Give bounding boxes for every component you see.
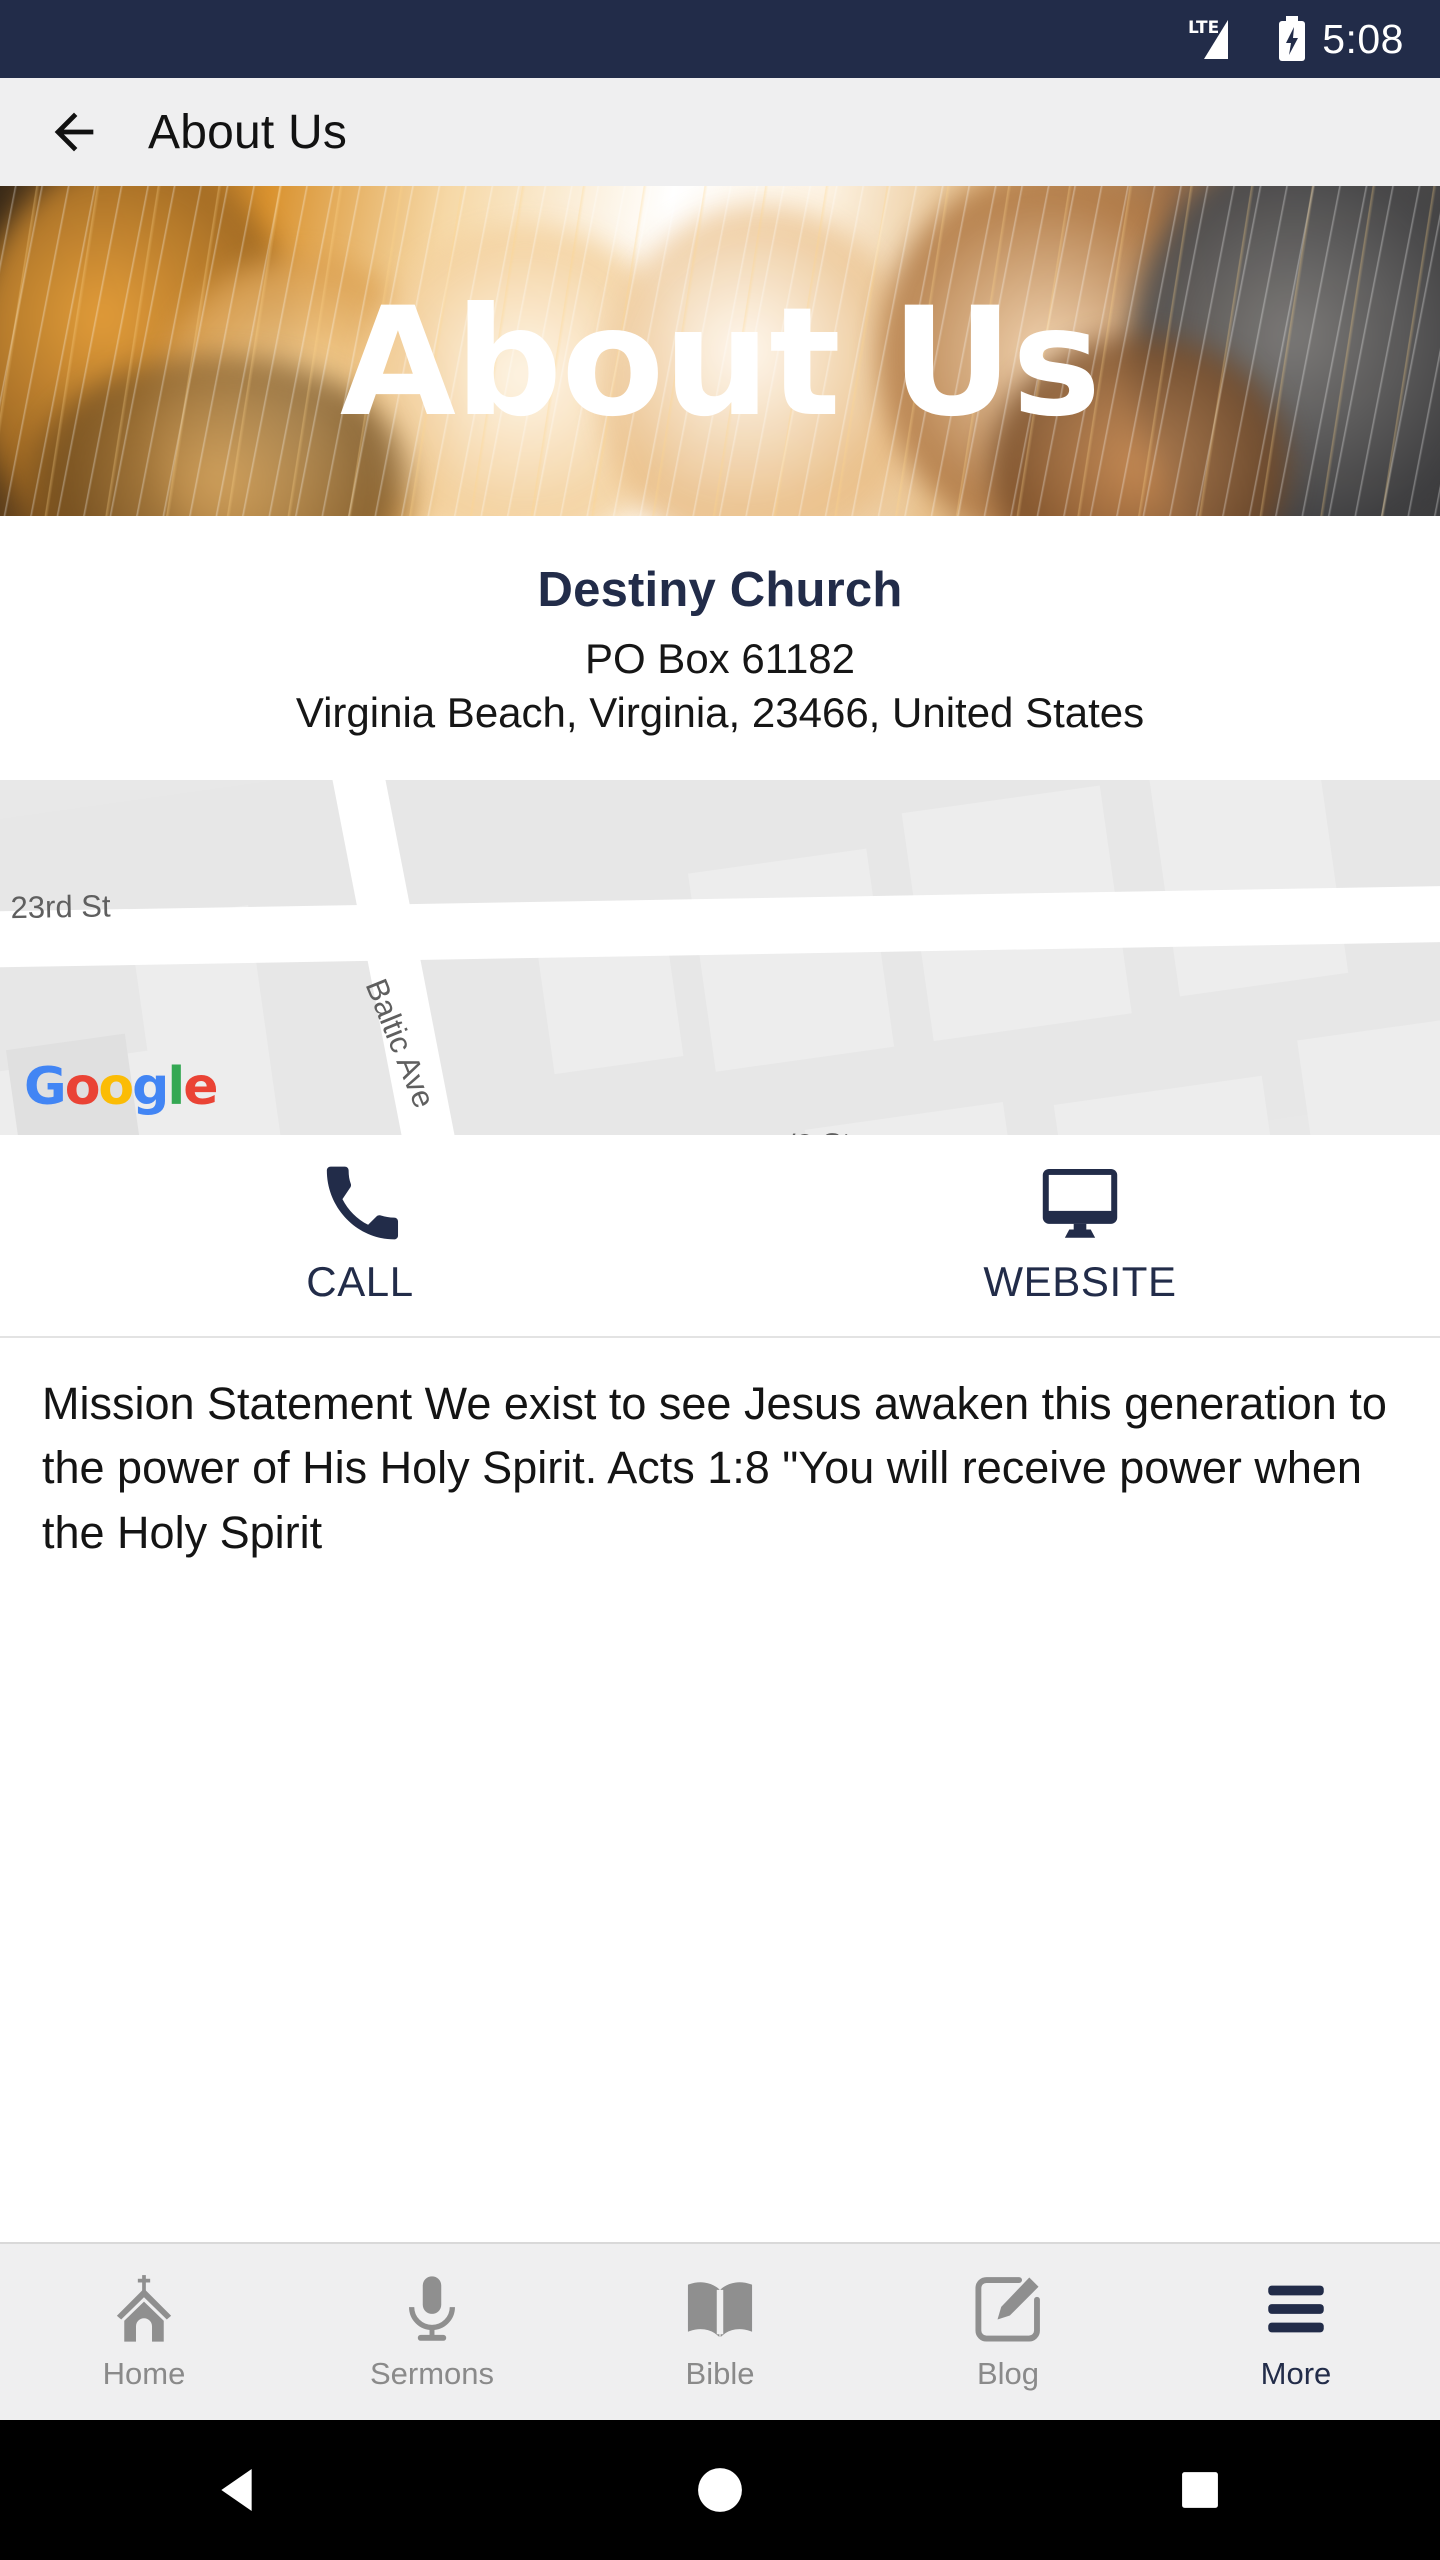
- microphone-icon: [409, 2276, 455, 2341]
- battery-charging-icon: [1279, 16, 1306, 61]
- page-title: About Us: [148, 105, 348, 159]
- nav-item-home[interactable]: Home: [0, 2272, 288, 2392]
- nav-label-bible: Bible: [685, 2356, 755, 2391]
- call-button[interactable]: CALL: [0, 1135, 720, 1336]
- edit-pencil-icon: [975, 2277, 1040, 2342]
- monitor-icon: [1042, 1168, 1118, 1238]
- android-home-icon: [698, 2468, 742, 2512]
- android-recents-icon: [1182, 2472, 1218, 2508]
- hero-banner: About Us: [0, 186, 1440, 516]
- nav-item-sermons[interactable]: Sermons: [288, 2272, 576, 2392]
- action-bar: CALL WEBSITE: [0, 1134, 1440, 1338]
- android-back-icon: [221, 2469, 252, 2511]
- signal-bars-icon: LTE: [1188, 18, 1229, 59]
- google-logo: Google: [24, 1061, 219, 1113]
- status-bar: LTE 5:08: [0, 0, 1440, 78]
- church-info: Destiny Church PO Box 61182 Virginia Bea…: [0, 516, 1440, 780]
- website-button[interactable]: WEBSITE: [720, 1135, 1440, 1336]
- hamburger-menu-icon: [1268, 2285, 1324, 2333]
- church-icon: [116, 2275, 172, 2342]
- google-logo-letter: G: [24, 1056, 67, 1117]
- app-bar: About Us: [0, 78, 1440, 186]
- android-navigation-bar: [0, 2420, 1440, 2560]
- nav-label-blog: Blog: [976, 2356, 1040, 2391]
- open-book-icon: [687, 2282, 753, 2337]
- back-arrow-icon: [54, 112, 94, 152]
- street-label-23rd: 23rd St: [10, 887, 111, 925]
- nav-item-more[interactable]: More: [1152, 2272, 1440, 2392]
- nav-label-more: More: [1260, 2356, 1332, 2391]
- nav-item-blog[interactable]: Blog: [864, 2272, 1152, 2392]
- map-view[interactable]: 23rd St Baltic Ave 22 1/2 St Google: [0, 779, 1440, 1135]
- mission-statement-text: Mission Statement We exist to see Jesus …: [42, 1377, 1387, 1559]
- android-home-button[interactable]: [660, 2430, 780, 2550]
- mission-section: Mission Statement We exist to see Jesus …: [0, 1337, 1440, 2242]
- status-bar-clock: 5:08: [1322, 15, 1404, 62]
- back-button[interactable]: [42, 100, 106, 164]
- google-logo-letter: e: [183, 1056, 218, 1117]
- address-line-1: PO Box 61182: [584, 635, 856, 682]
- google-logo-letter: o: [64, 1056, 101, 1117]
- nav-item-bible[interactable]: Bible: [576, 2272, 864, 2392]
- hero-title: About Us: [339, 276, 1101, 450]
- android-recents-button[interactable]: [1140, 2430, 1260, 2550]
- bottom-navigation: Home Sermons Bible Blog More: [0, 2242, 1440, 2420]
- app-screen: LTE 5:08 About Us About Us Destiny Churc…: [0, 0, 1440, 2560]
- android-back-button[interactable]: [180, 2430, 300, 2550]
- google-logo-letter: g: [132, 1056, 169, 1117]
- google-logo-letter: o: [98, 1056, 134, 1117]
- google-logo-letter: l: [167, 1056, 185, 1117]
- svg-text:LTE: LTE: [1188, 18, 1219, 38]
- website-label: WEBSITE: [983, 1258, 1177, 1305]
- address-line-2: Virginia Beach, Virginia, 23466, United …: [295, 688, 1145, 736]
- nav-label-home: Home: [102, 2356, 186, 2391]
- church-name: Destiny Church: [537, 563, 903, 617]
- call-label: CALL: [306, 1258, 414, 1305]
- phone-icon: [326, 1166, 399, 1240]
- nav-label-sermons: Sermons: [369, 2356, 495, 2391]
